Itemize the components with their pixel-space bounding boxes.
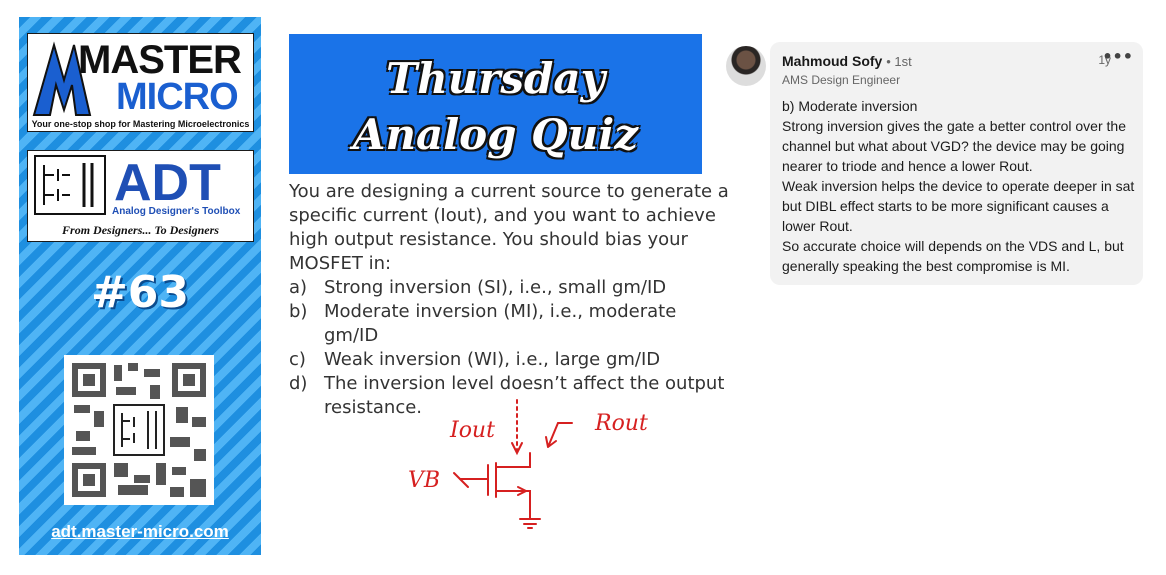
- quiz-title-line1: Thursday: [385, 54, 606, 103]
- option-c: c) Weak inversion (WI), i.e., large gm/I…: [289, 348, 729, 372]
- logo-tagline: Your one-stop shop for Mastering Microel…: [31, 119, 250, 129]
- more-options-icon[interactable]: •••: [1102, 47, 1133, 66]
- comment-paragraph: Weak inversion helps the device to opera…: [782, 178, 1135, 234]
- option-text: Moderate inversion (MI), i.e., moderate …: [324, 301, 677, 346]
- vb-label: VB: [408, 468, 440, 493]
- avatar[interactable]: [726, 46, 766, 86]
- logo-motto: From Designers... To Designers: [62, 223, 219, 237]
- comment-paragraph: b) Moderate inversion: [782, 98, 918, 114]
- connection-degree: • 1st: [886, 54, 912, 69]
- iout-label: Iout: [449, 418, 495, 443]
- quiz-number: #63: [90, 267, 190, 318]
- logo-adt-subtitle: Analog Designer's Toolbox: [112, 206, 241, 217]
- comment-paragraph: Strong inversion gives the gate a better…: [782, 118, 1126, 174]
- adt-logo: ADT Analog Designer's Toolbox From Desig…: [27, 150, 254, 242]
- mosfet-sketch: Iout Rout VB: [408, 399, 648, 529]
- toolbox-circuit-icon: [34, 155, 106, 215]
- qr-code[interactable]: [64, 355, 214, 505]
- rout-label: Rout: [594, 411, 648, 436]
- question-text: You are designing a current source to ge…: [289, 181, 729, 274]
- quiz-title-banner: Thursday Analog Quiz: [289, 34, 702, 174]
- qr-code-icon: [72, 363, 206, 497]
- option-text: Weak inversion (WI), i.e., large gm/ID: [324, 349, 661, 370]
- master-micro-logo: MASTER MICRO Your one-stop shop for Mast…: [27, 33, 254, 132]
- comment-paragraph: So accurate choice will depends on the V…: [782, 238, 1124, 274]
- quiz-title-line2: Analog Quiz: [352, 110, 639, 159]
- comment-author[interactable]: Mahmoud Sofy: [782, 53, 882, 69]
- option-b: b) Moderate inversion (MI), i.e., modera…: [289, 300, 729, 348]
- option-key: d): [289, 373, 308, 394]
- comment-body: b) Moderate inversion Strong inversion g…: [782, 96, 1137, 276]
- option-key: b): [289, 301, 308, 322]
- option-key: c): [289, 349, 306, 370]
- option-key: a): [289, 277, 308, 298]
- site-link[interactable]: adt.master-micro.com: [19, 522, 261, 542]
- author-headline: AMS Design Engineer: [782, 73, 901, 87]
- logo-micro-text: MICRO: [116, 76, 239, 118]
- quiz-question: You are designing a current source to ge…: [289, 180, 729, 420]
- comment-author-line: Mahmoud Sofy • 1st: [782, 53, 912, 69]
- option-text: Strong inversion (SI), i.e., small gm/ID: [324, 277, 667, 298]
- option-a: a) Strong inversion (SI), i.e., small gm…: [289, 276, 729, 300]
- quiz-banner: MASTER MICRO Your one-stop shop for Mast…: [19, 17, 261, 555]
- comment-bubble: Mahmoud Sofy • 1st AMS Design Engineer 1…: [770, 42, 1143, 285]
- logo-adt-text: ADT: [114, 154, 221, 212]
